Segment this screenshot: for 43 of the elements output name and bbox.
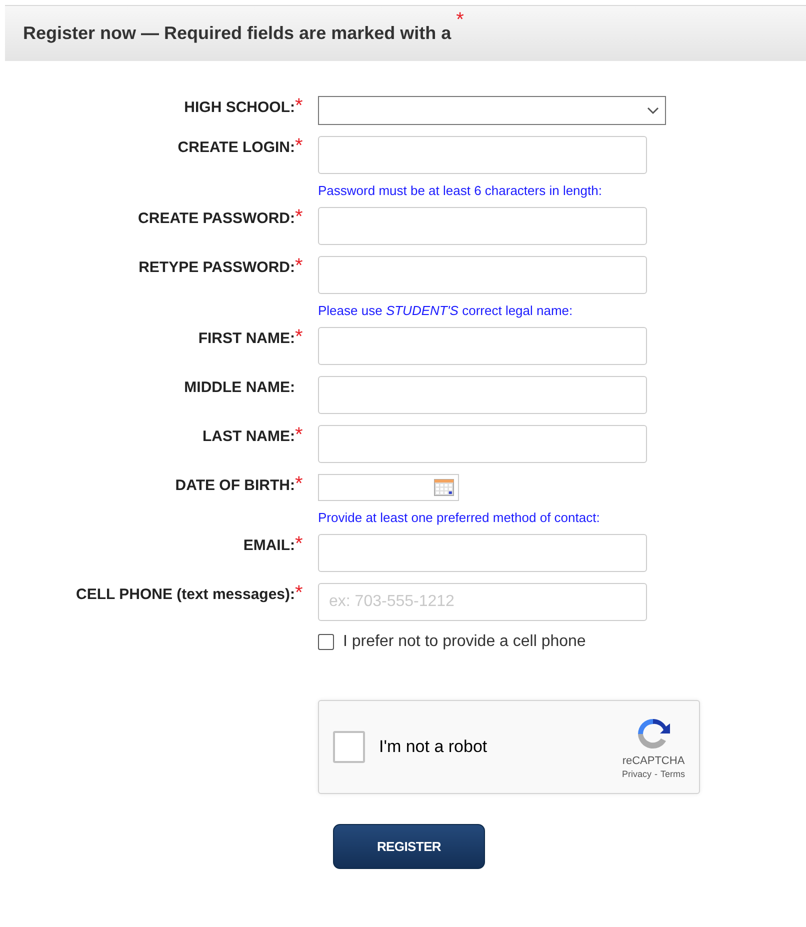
register-button[interactable]: REGISTER [333,824,485,869]
captcha-brand: reCAPTCHA [622,755,685,767]
required-asterisk: * [295,256,303,276]
required-asterisk: * [295,425,303,445]
required-asterisk: * [295,207,303,227]
required-asterisk: * [456,10,464,30]
hint-text: Please use STUDENT'S correct legal name: [318,303,574,318]
field-label: DATE OF BIRTH: [174,476,295,494]
hint-text: Provide at least one preferred method of contact: [318,510,601,525]
field-label: CREATE LOGIN: [176,138,295,156]
field-label: MIDDLE NAME: [183,378,295,396]
field-label: RETYPE PASSWORD: [138,258,295,276]
date-input[interactable] [318,474,459,501]
no-cell-phone-checkbox[interactable]: I prefer not to provide a cell phone [318,633,658,651]
required-asterisk: * [295,327,303,347]
required-asterisk: * [295,474,303,494]
required-asterisk: * [295,96,303,116]
required-asterisk: * [295,534,303,554]
text-input[interactable] [318,327,647,365]
field-label: CELL PHONE (text messages): [75,585,295,603]
field-label: EMAIL: [242,536,295,554]
header-title: Register now — Required fields are marked with a [23,23,452,44]
privacy-link[interactable]: Privacy [622,769,652,779]
terms-link[interactable]: Terms [660,769,685,779]
high-school-select[interactable] [318,96,666,125]
text-input[interactable] [318,376,647,414]
text-input[interactable] [318,136,647,174]
field-label: CREATE PASSWORD: [137,209,295,227]
text-input[interactable] [318,534,647,572]
captcha-label: I'm not a robot [379,737,488,757]
text-input[interactable] [318,207,647,245]
field-label: HIGH SCHOOL: [183,98,295,116]
required-asterisk: * [295,583,303,603]
field-label: LAST NAME: [202,427,295,445]
text-input[interactable] [318,256,647,294]
hint-text: Password must be at least 6 characters in length: [318,183,603,198]
text-input[interactable] [318,425,647,463]
required-asterisk: * [295,136,303,156]
chevron-down-icon [647,106,659,114]
calendar-icon[interactable] [434,479,454,496]
field-label: FIRST NAME: [197,329,295,347]
link-separator: - [654,769,658,779]
captcha-checkbox[interactable] [333,731,365,763]
